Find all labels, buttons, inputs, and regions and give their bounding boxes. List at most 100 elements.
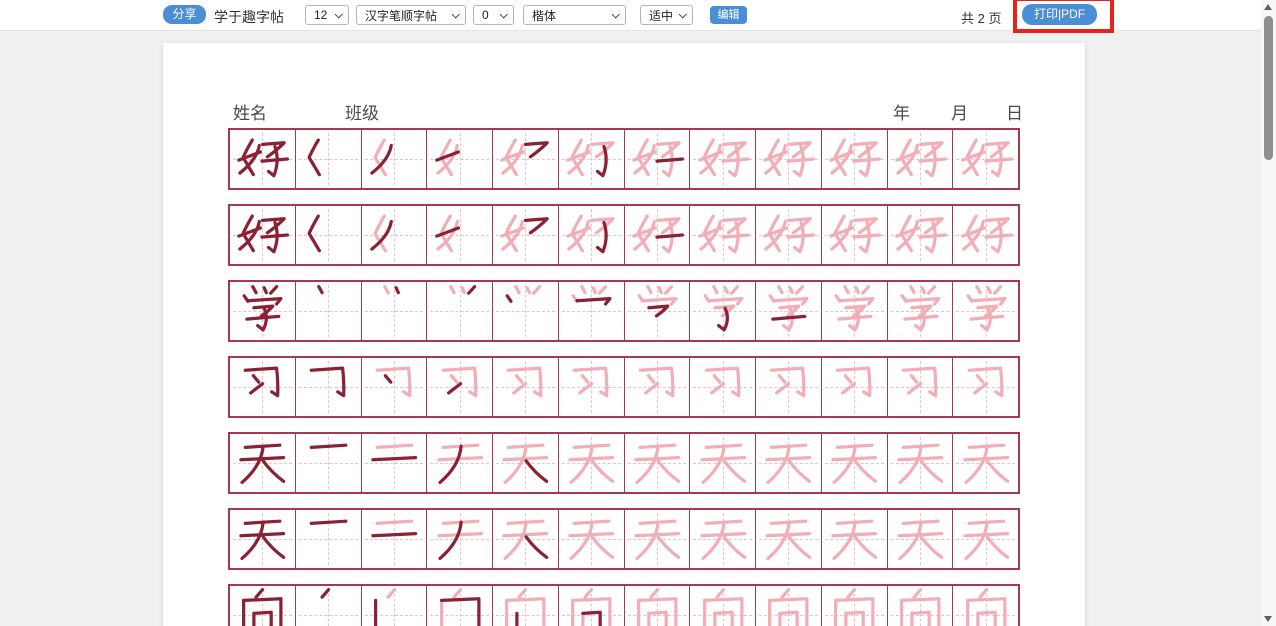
scroll-down-icon[interactable]: [1264, 616, 1272, 622]
grid-cell: [492, 206, 558, 264]
character-strokes: [630, 208, 684, 262]
grid-cell: [887, 282, 953, 340]
grid-cell: [230, 510, 295, 568]
character-strokes: [630, 360, 684, 414]
grid-cell: [558, 206, 624, 264]
character-strokes: [235, 208, 289, 262]
grid-cell: [624, 206, 690, 264]
grid-cell: [821, 206, 887, 264]
grid-cell: [230, 358, 295, 416]
grid-cell: [755, 358, 821, 416]
font-size-select[interactable]: 12: [305, 5, 349, 25]
grid-cell: [755, 586, 821, 626]
grid-cell: [624, 282, 690, 340]
grid-cell: [558, 586, 624, 626]
grid-cell: [689, 510, 755, 568]
name-label: 姓名: [233, 99, 267, 124]
grid-cell: [361, 206, 427, 264]
font-family-select[interactable]: 楷体: [523, 5, 626, 25]
share-button[interactable]: 分享: [163, 5, 206, 24]
character-strokes: [761, 132, 815, 186]
character-strokes: [498, 360, 552, 414]
grid-cell: [295, 206, 361, 264]
sheet-type-value: 汉字笔顺字帖: [365, 7, 437, 24]
character-strokes: [564, 588, 618, 626]
grid-cell: [492, 586, 558, 626]
grid-cell: [952, 282, 1018, 340]
character-strokes: [893, 132, 947, 186]
scroll-up-icon[interactable]: [1264, 4, 1272, 10]
character-strokes: [959, 284, 1013, 338]
grid-cell: [558, 434, 624, 492]
grid-cell: [887, 510, 953, 568]
character-strokes: [235, 132, 289, 186]
character-strokes: [893, 588, 947, 626]
character-strokes: [761, 588, 815, 626]
grid-cell: [558, 282, 624, 340]
grid-cell: [558, 510, 624, 568]
font-family-value: 楷体: [532, 7, 556, 24]
grid-cell: [295, 358, 361, 416]
character-strokes: [301, 208, 355, 262]
character-strokes: [433, 284, 487, 338]
grid-cell: [821, 510, 887, 568]
chevron-down-icon: [678, 10, 686, 18]
character-strokes: [893, 436, 947, 490]
character-strokes: [301, 360, 355, 414]
grid-cell: [689, 282, 755, 340]
character-strokes: [959, 512, 1013, 566]
print-pdf-button[interactable]: 打印|PDF: [1022, 4, 1097, 25]
character-strokes: [498, 208, 552, 262]
grid-cell: [624, 358, 690, 416]
grid-cell: [426, 358, 492, 416]
practice-row: [228, 280, 1020, 342]
character-strokes: [959, 132, 1013, 186]
grid-cell: [361, 586, 427, 626]
density-select[interactable]: 适中: [640, 5, 693, 25]
grid-cell: [230, 130, 295, 188]
chevron-down-icon: [451, 10, 459, 18]
character-strokes: [564, 360, 618, 414]
stroke-offset-value: 0: [482, 8, 489, 22]
grid-cell: [689, 358, 755, 416]
character-strokes: [893, 208, 947, 262]
practice-row: [228, 508, 1020, 570]
character-strokes: [630, 588, 684, 626]
grid-cell: [492, 510, 558, 568]
character-strokes: [827, 284, 881, 338]
character-strokes: [498, 436, 552, 490]
character-strokes: [235, 436, 289, 490]
preview-area: 姓名 班级 年 月 日: [0, 31, 1276, 626]
character-strokes: [564, 208, 618, 262]
character-strokes: [564, 512, 618, 566]
edit-button[interactable]: 编辑: [710, 6, 747, 24]
character-strokes: [959, 436, 1013, 490]
character-strokes: [367, 436, 421, 490]
character-strokes: [301, 512, 355, 566]
density-value: 适中: [649, 7, 673, 24]
grid-cell: [361, 434, 427, 492]
grid-cell: [624, 434, 690, 492]
sheet-type-select[interactable]: 汉字笔顺字帖: [356, 5, 466, 25]
character-strokes: [827, 208, 881, 262]
character-strokes: [301, 132, 355, 186]
grid-cell: [492, 358, 558, 416]
scrollbar-thumb[interactable]: [1264, 16, 1273, 160]
grid-cell: [952, 130, 1018, 188]
grid-cell: [492, 282, 558, 340]
worksheet-page: 姓名 班级 年 月 日: [163, 43, 1085, 626]
scrollbar[interactable]: [1261, 0, 1276, 626]
grid-cell: [558, 358, 624, 416]
character-strokes: [893, 360, 947, 414]
grid-cell: [295, 434, 361, 492]
character-strokes: [696, 284, 750, 338]
character-strokes: [301, 436, 355, 490]
grid-cell: [624, 130, 690, 188]
character-strokes: [433, 208, 487, 262]
year-label: 年: [893, 99, 910, 124]
grid-cell: [821, 586, 887, 626]
stroke-offset-select[interactable]: 0: [473, 5, 514, 25]
character-strokes: [498, 132, 552, 186]
grid-cell: [230, 282, 295, 340]
grid-cell: [689, 586, 755, 626]
